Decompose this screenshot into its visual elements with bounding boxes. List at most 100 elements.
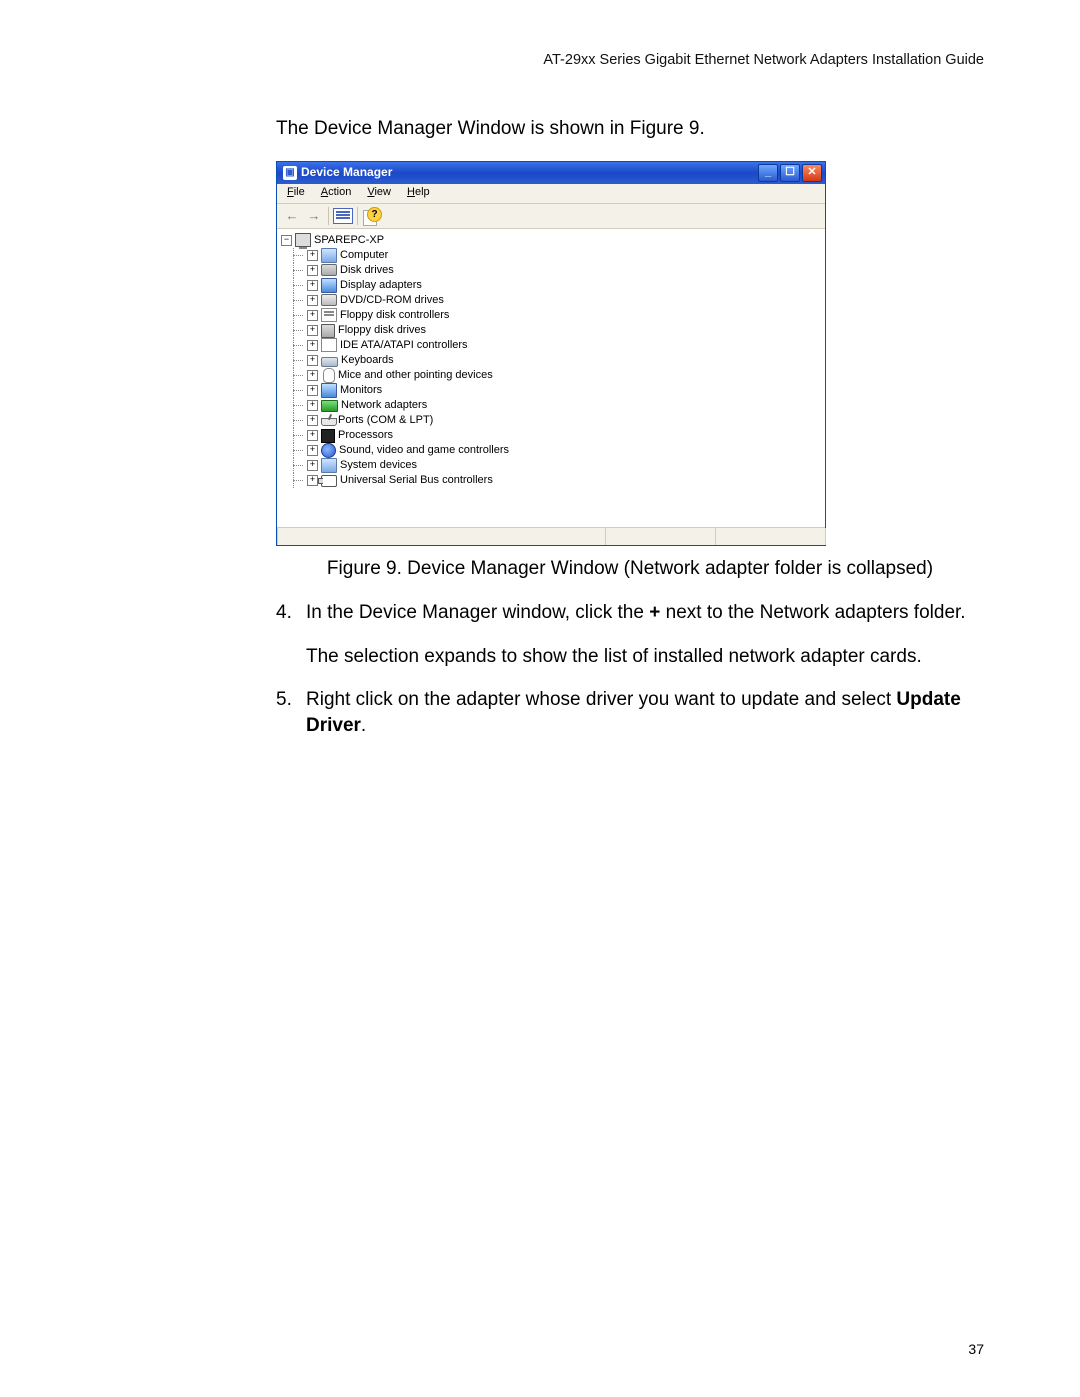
expander-icon[interactable]: +	[307, 310, 318, 321]
expander-icon[interactable]: +	[307, 385, 318, 396]
status-pane	[605, 528, 716, 545]
expander-icon[interactable]: +	[307, 370, 318, 381]
step-bold: Update Driver	[306, 689, 961, 736]
expander-icon[interactable]: +	[307, 430, 318, 441]
forward-button[interactable]: →	[303, 206, 325, 226]
toolbar-separator	[357, 207, 358, 225]
system-icon	[321, 458, 337, 473]
root-expander[interactable]: −	[281, 235, 292, 246]
expander-icon[interactable]: +	[307, 475, 318, 486]
tree-item[interactable]: + Mice and other pointing devices	[293, 368, 823, 383]
expander-icon[interactable]: +	[307, 265, 318, 276]
step-subtext: The selection expands to show the list o…	[306, 644, 984, 670]
body-content: The Device Manager Window is shown in Fi…	[276, 116, 984, 739]
expander-icon[interactable]: +	[307, 250, 318, 261]
expander-icon[interactable]: +	[307, 325, 318, 336]
tree-item-label: DVD/CD-ROM drives	[340, 293, 444, 308]
help-button[interactable]: ?	[361, 206, 383, 226]
maximize-button[interactable]: ☐	[780, 164, 800, 182]
tree-root[interactable]: − SPAREPC-XP	[279, 233, 823, 248]
step-number: 5.	[276, 687, 292, 713]
device-manager-window: ▣ Device Manager _ ☐ ✕ File Action View …	[276, 161, 826, 546]
intro-paragraph: The Device Manager Window is shown in Fi…	[276, 116, 984, 143]
figure-caption: Figure 9. Device Manager Window (Network…	[276, 556, 984, 583]
tree-item[interactable]: + IDE ATA/ATAPI controllers	[293, 338, 823, 353]
tree-item[interactable]: + DVD/CD-ROM drives	[293, 293, 823, 308]
expander-icon[interactable]: +	[307, 415, 318, 426]
sound-icon	[321, 443, 336, 458]
menu-action[interactable]: Action	[313, 183, 360, 202]
statusbar	[277, 527, 825, 545]
tree-item-label: Universal Serial Bus controllers	[340, 473, 493, 488]
page-number: 37	[968, 1341, 984, 1357]
expander-icon[interactable]: +	[307, 340, 318, 351]
expander-icon[interactable]: +	[307, 445, 318, 456]
menu-help[interactable]: Help	[399, 183, 438, 202]
properties-button[interactable]	[332, 206, 354, 226]
tree-item[interactable]: + Floppy disk drives	[293, 323, 823, 338]
status-pane	[277, 528, 606, 545]
floppy-icon	[321, 324, 335, 338]
monitor-icon	[321, 383, 337, 398]
tree-item-label: Display adapters	[340, 278, 422, 293]
tree-item-label: Processors	[338, 428, 393, 443]
tree-item[interactable]: + Universal Serial Bus controllers	[293, 473, 823, 488]
device-manager-icon: ▣	[283, 166, 297, 180]
step-bold: +	[649, 602, 660, 623]
ports-icon	[321, 414, 335, 426]
tree-item[interactable]: + Disk drives	[293, 263, 823, 278]
tree-item-label: Disk drives	[340, 263, 394, 278]
document-page: AT-29xx Series Gigabit Ethernet Network …	[0, 0, 1080, 1397]
tree-item-label: Keyboards	[341, 353, 394, 368]
back-button[interactable]: ←	[281, 206, 303, 226]
dvd-icon	[321, 294, 337, 306]
tree-item[interactable]: + Processors	[293, 428, 823, 443]
window-title: Device Manager	[301, 164, 756, 181]
tree-item-label: Mice and other pointing devices	[338, 368, 493, 383]
expander-icon[interactable]: +	[307, 460, 318, 471]
tree-item-label: Floppy disk controllers	[340, 308, 449, 323]
titlebar: ▣ Device Manager _ ☐ ✕	[277, 162, 825, 184]
mouse-icon	[323, 368, 335, 383]
keyboard-icon	[321, 357, 338, 367]
menu-file[interactable]: File	[279, 183, 313, 202]
tree-item-label: Sound, video and game controllers	[339, 443, 509, 458]
expander-icon[interactable]: +	[307, 400, 318, 411]
device-tree: − SPAREPC-XP +Computer+Disk drives+Displ…	[277, 229, 825, 527]
expander-icon[interactable]: +	[307, 280, 318, 291]
menu-view[interactable]: View	[359, 183, 399, 202]
root-label: SPAREPC-XP	[314, 233, 384, 248]
ide-icon	[321, 338, 337, 352]
tree-item[interactable]: + Floppy disk controllers	[293, 308, 823, 323]
status-pane	[715, 528, 826, 545]
tree-item[interactable]: + System devices	[293, 458, 823, 473]
display-icon	[321, 278, 337, 293]
computer-icon	[321, 248, 337, 263]
disk-icon	[321, 264, 337, 276]
tree-item-label: Floppy disk drives	[338, 323, 426, 338]
tree-item[interactable]: + Keyboards	[293, 353, 823, 368]
tree-item[interactable]: + Network adapters	[293, 398, 823, 413]
tree-item[interactable]: +Computer	[293, 248, 823, 263]
tree-item-label: Network adapters	[341, 398, 427, 413]
minimize-button[interactable]: _	[758, 164, 778, 182]
computer-icon	[295, 233, 311, 247]
tree-item[interactable]: + Monitors	[293, 383, 823, 398]
tree-item[interactable]: + Sound, video and game controllers	[293, 443, 823, 458]
floppyctl-icon	[321, 308, 337, 322]
step-item: 4.In the Device Manager window, click th…	[276, 600, 984, 669]
tree-item-label: Ports (COM & LPT)	[338, 413, 433, 428]
expander-icon[interactable]: +	[307, 295, 318, 306]
usb-icon	[321, 475, 337, 487]
expander-icon[interactable]: +	[307, 355, 318, 366]
step-item: 5.Right click on the adapter whose drive…	[276, 687, 984, 738]
tree-item-label: System devices	[340, 458, 417, 473]
tree-item-label: Monitors	[340, 383, 382, 398]
menubar: File Action View Help	[277, 184, 825, 204]
tree-item[interactable]: + Ports (COM & LPT)	[293, 413, 823, 428]
toolbar: ← → ?	[277, 204, 825, 229]
close-button[interactable]: ✕	[802, 164, 822, 182]
tree-item-label: IDE ATA/ATAPI controllers	[340, 338, 468, 353]
tree-item[interactable]: + Display adapters	[293, 278, 823, 293]
running-head: AT-29xx Series Gigabit Ethernet Network …	[96, 52, 984, 68]
